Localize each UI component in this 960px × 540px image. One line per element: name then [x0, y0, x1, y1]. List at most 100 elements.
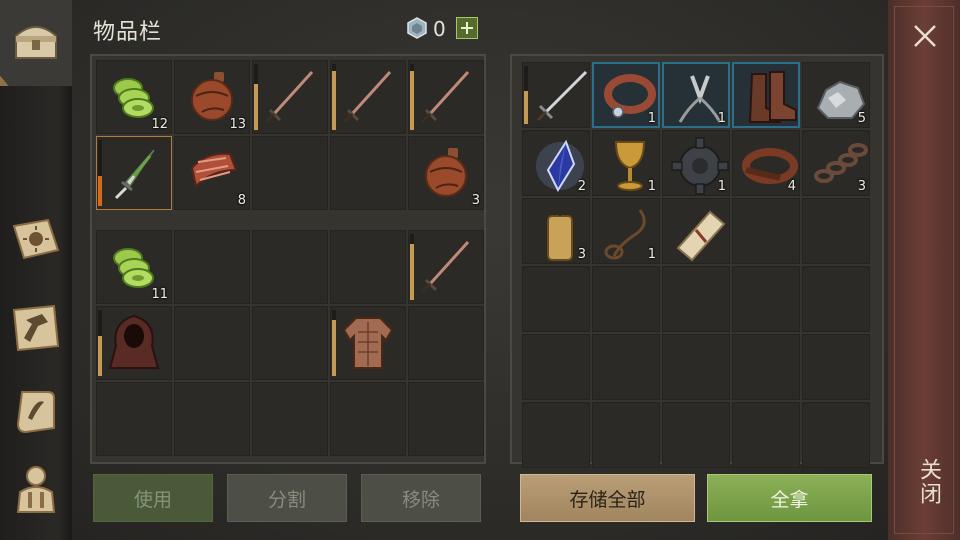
scroll-icon: [670, 204, 730, 264]
empty-slot[interactable]: [252, 230, 328, 304]
side-nav: [0, 0, 72, 540]
inventory-slot[interactable]: 1: [662, 130, 730, 196]
inventory-slot[interactable]: 4: [732, 130, 800, 196]
durability-bar: [410, 243, 414, 300]
inventory-slot[interactable]: [330, 60, 406, 134]
empty-slot[interactable]: [592, 266, 660, 332]
empty-slot[interactable]: [802, 266, 870, 332]
split-button[interactable]: 分割: [227, 474, 347, 522]
durability-bar: [98, 336, 102, 376]
inventory-slot[interactable]: [252, 60, 328, 134]
empty-slot[interactable]: [174, 382, 250, 456]
inventory-slot[interactable]: 12: [96, 60, 172, 134]
character-icon[interactable]: [8, 462, 64, 518]
game-screen: 物品栏 0 12 13 8 3 11 1152114331 使用 分割 移除 存储全部…: [0, 0, 960, 540]
currency-count: 0: [433, 17, 446, 41]
inventory-slot[interactable]: 1: [592, 130, 660, 196]
inventory-slot[interactable]: 3: [802, 130, 870, 196]
sword-icon: [416, 66, 476, 126]
inventory-slot[interactable]: [96, 136, 172, 210]
inventory-slot[interactable]: [408, 230, 484, 304]
use-button[interactable]: 使用: [93, 474, 213, 522]
sword-icon: [416, 236, 476, 296]
empty-slot[interactable]: [408, 382, 484, 456]
empty-slot[interactable]: [330, 382, 406, 456]
quest-scroll-icon[interactable]: [8, 384, 64, 440]
inventory-slot[interactable]: [330, 306, 406, 380]
empty-slot[interactable]: [592, 402, 660, 468]
item-quantity: 3: [471, 193, 480, 208]
empty-slot[interactable]: [592, 334, 660, 400]
empty-slot[interactable]: [522, 402, 590, 468]
durability-bar: [332, 319, 336, 376]
empty-slot[interactable]: [174, 230, 250, 304]
empty-slot[interactable]: [252, 306, 328, 380]
inventory-slot[interactable]: 3: [522, 198, 590, 264]
inventory-slot[interactable]: [96, 306, 172, 380]
empty-slot[interactable]: [662, 402, 730, 468]
empty-slot[interactable]: [662, 266, 730, 332]
remove-button[interactable]: 移除: [361, 474, 481, 522]
container-grid: 1 1 5 2 1 1 4 3 3 1: [522, 62, 870, 468]
item-quantity: 1: [717, 111, 726, 126]
item-quantity: 2: [577, 179, 586, 194]
inventory-tab[interactable]: [0, 0, 72, 86]
take-all-button[interactable]: 全拿: [707, 474, 872, 522]
durability-bar: [332, 70, 336, 130]
inventory-slot[interactable]: 11: [96, 230, 172, 304]
item-quantity: 1: [647, 179, 656, 194]
inventory-slot[interactable]: 2: [522, 130, 590, 196]
sun-book-icon[interactable]: [8, 212, 64, 268]
empty-slot[interactable]: [174, 306, 250, 380]
empty-slot[interactable]: [732, 402, 800, 468]
item-quantity: 11: [151, 287, 168, 302]
inventory-slot[interactable]: [522, 62, 590, 128]
item-quantity: 1: [717, 179, 726, 194]
empty-slot[interactable]: [522, 266, 590, 332]
empty-slot[interactable]: [802, 198, 870, 264]
empty-slot[interactable]: [252, 382, 328, 456]
item-quantity: 1: [647, 111, 656, 126]
empty-slot[interactable]: [252, 136, 328, 210]
item-quantity: 5: [857, 111, 866, 126]
inventory-slot[interactable]: 1: [662, 62, 730, 128]
empty-slot[interactable]: [802, 402, 870, 468]
empty-slot[interactable]: [408, 306, 484, 380]
inventory-slot[interactable]: 3: [408, 136, 484, 210]
item-quantity: 3: [857, 179, 866, 194]
player-inventory-panel: 12 13 8 3 11: [90, 54, 486, 464]
empty-slot[interactable]: [802, 334, 870, 400]
item-quantity: 12: [151, 117, 168, 132]
gem-coin-icon: [406, 17, 428, 39]
close-button[interactable]: 关闭: [912, 458, 944, 506]
inventory-slot[interactable]: 1: [592, 198, 660, 264]
store-all-button[interactable]: 存储全部: [520, 474, 695, 522]
close-icon[interactable]: [911, 22, 939, 50]
empty-slot[interactable]: [732, 334, 800, 400]
add-currency-button[interactable]: [456, 17, 478, 39]
inventory-slot[interactable]: [662, 198, 730, 264]
empty-slot[interactable]: [522, 334, 590, 400]
inventory-slot[interactable]: 5: [802, 62, 870, 128]
empty-slot[interactable]: [330, 230, 406, 304]
chest-icon: [8, 12, 64, 68]
empty-slot[interactable]: [96, 382, 172, 456]
inventory-slot[interactable]: 1: [592, 62, 660, 128]
page-title: 物品栏: [93, 20, 163, 45]
inventory-slot[interactable]: [732, 62, 800, 128]
inventory-slot[interactable]: 8: [174, 136, 250, 210]
dagger-icon: [104, 142, 164, 202]
craft-hammer-icon[interactable]: [8, 300, 64, 356]
meat-icon: [182, 142, 242, 202]
sword-icon: [260, 66, 320, 126]
empty-slot[interactable]: [330, 136, 406, 210]
empty-slot[interactable]: [732, 266, 800, 332]
empty-slot[interactable]: [732, 198, 800, 264]
inventory-slot[interactable]: [408, 60, 484, 134]
item-quantity: 13: [229, 117, 246, 132]
empty-slot[interactable]: [662, 334, 730, 400]
item-quantity: 1: [647, 247, 656, 262]
inventory-slot[interactable]: 13: [174, 60, 250, 134]
flask-icon: [416, 142, 476, 202]
hood-icon: [104, 312, 164, 372]
